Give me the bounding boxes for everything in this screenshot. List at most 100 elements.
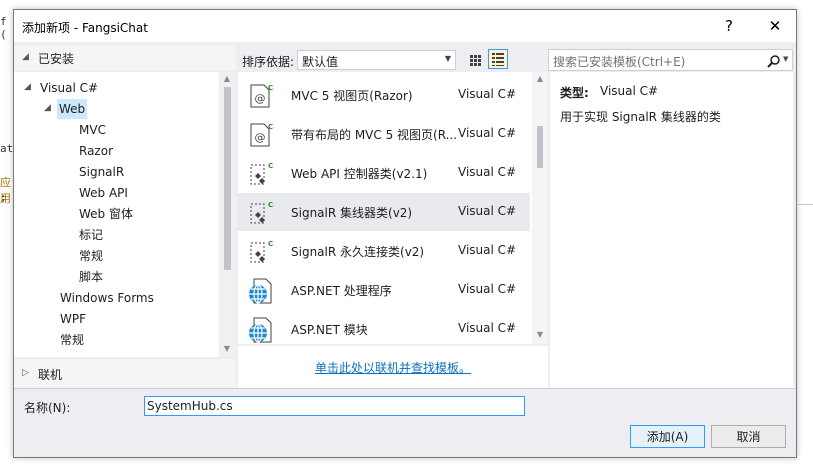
globe-icon xyxy=(249,317,272,343)
details-panel: 类型: Visual C# 用于实现 SignalR 集线器的类 xyxy=(550,72,793,388)
scroll-up-icon[interactable]: ▲ xyxy=(221,74,233,83)
background-divider xyxy=(798,204,813,205)
tree-item-wpf[interactable]: WPF xyxy=(60,309,86,329)
tree-item-mvc[interactable]: MVC xyxy=(79,120,106,140)
tree-item-web-api[interactable]: Web API xyxy=(79,183,128,203)
sort-dropdown[interactable]: 默认值 ▼ xyxy=(297,50,456,70)
scroll-down-icon[interactable]: ▼ xyxy=(534,330,546,339)
name-value: SystemHub.cs xyxy=(147,399,233,413)
tree-item-signalr[interactable]: SignalR xyxy=(79,162,124,182)
tree-item-scripts[interactable]: 脚本 xyxy=(79,267,103,287)
svg-text:C#: C# xyxy=(268,84,274,92)
tree-item-general[interactable]: 常规 xyxy=(79,246,103,266)
template-tree: ◢ Visual C# ◢ Web MVC Razor SignalR Web … xyxy=(14,72,236,357)
list-item[interactable]: ASP.NET 模块 Visual C# xyxy=(238,310,530,348)
tree-item-web-forms[interactable]: Web 窗体 xyxy=(79,204,133,224)
list-item[interactable]: ASP.NET 处理程序 Visual C# xyxy=(238,271,530,309)
installed-label: 已安装 xyxy=(38,52,75,66)
list-scroll-thumb[interactable] xyxy=(537,126,543,168)
small-icons-view-button[interactable] xyxy=(488,49,508,69)
csharp-class-icon: C# xyxy=(250,162,274,185)
search-placeholder: 搜索已安装模板(Ctrl+E) xyxy=(553,55,686,69)
chevron-down-icon: ▼ xyxy=(444,54,451,63)
tree-item-markup[interactable]: 标记 xyxy=(79,225,103,245)
add-button-label: 添加(A) xyxy=(646,430,689,444)
search-input[interactable]: 搜索已安装模板(Ctrl+E) ▼ xyxy=(548,49,793,71)
template-language: Visual C# xyxy=(458,87,517,101)
title-bar: 添加新项 - FangsiChat ? ✕ xyxy=(14,10,796,42)
add-new-item-dialog: 添加新项 - FangsiChat ? ✕ ◢ 已安装 ◢ Visual C# … xyxy=(13,9,797,458)
svg-text:C#: C# xyxy=(268,162,274,170)
template-name: ASP.NET 模块 xyxy=(291,323,368,337)
dialog-title: 添加新项 - FangsiChat xyxy=(22,21,148,35)
svg-text:C#: C# xyxy=(268,201,274,209)
list-scrollbar[interactable]: ▲ ▼ xyxy=(532,72,548,344)
globe-icon xyxy=(249,278,272,304)
svg-text:C#: C# xyxy=(268,240,274,248)
mvc-view-icon: @ C# xyxy=(250,84,274,108)
svg-text:@: @ xyxy=(255,131,266,144)
list-item[interactable]: @ C# 带有布局的 MVC 5 视图页(R... Visual C# xyxy=(238,115,530,153)
medium-icons-view-button[interactable] xyxy=(465,50,485,70)
svg-text:@: @ xyxy=(255,92,266,105)
online-link-area: 单击此处以联机并查找模板。 xyxy=(238,346,548,388)
scroll-down-icon[interactable]: ▼ xyxy=(221,344,233,353)
type-value: Visual C# xyxy=(600,84,659,98)
tree-scrollbar[interactable]: ▲ ▼ xyxy=(219,72,236,357)
template-name: Web API 控制器类(v2.1) xyxy=(291,167,428,181)
tree-item-visual-csharp[interactable]: Visual C# xyxy=(40,78,98,98)
template-language: Visual C# xyxy=(458,243,517,257)
online-section[interactable]: ▷ 联机 xyxy=(14,359,236,387)
template-language: Visual C# xyxy=(458,165,517,179)
template-language: Visual C# xyxy=(458,282,517,296)
online-label: 联机 xyxy=(38,368,63,382)
list-item[interactable]: C# Web API 控制器类(v2.1) Visual C# xyxy=(238,154,530,192)
list-item[interactable]: @ C# MVC 5 视图页(Razor) Visual C# xyxy=(238,76,530,114)
type-label: 类型: xyxy=(560,86,589,100)
help-button[interactable]: ? xyxy=(714,14,744,38)
template-name: 带有布局的 MVC 5 视图页(R... xyxy=(291,128,458,142)
cancel-button[interactable]: 取消 xyxy=(711,425,786,448)
name-field[interactable]: SystemHub.cs xyxy=(144,396,525,416)
collapsed-triangle-icon: ▷ xyxy=(22,368,29,378)
sort-label: 排序依据: xyxy=(242,55,295,69)
template-language: Visual C# xyxy=(458,321,517,335)
list-item-selected[interactable]: C# SignalR 集线器类(v2) Visual C# xyxy=(238,193,530,231)
template-name: MVC 5 视图页(Razor) xyxy=(291,89,413,103)
scroll-up-icon[interactable]: ▲ xyxy=(534,74,546,83)
code-line: at xyxy=(0,142,14,155)
add-button[interactable]: 添加(A) xyxy=(630,425,705,448)
grid-view-icon xyxy=(470,55,481,66)
name-label: 名称(N): xyxy=(24,401,71,415)
template-language: Visual C# xyxy=(458,126,517,140)
sort-value: 默认值 xyxy=(302,55,339,69)
template-name: ASP.NET 处理程序 xyxy=(291,284,392,298)
template-description: 用于实现 SignalR 集线器的类 xyxy=(560,110,721,124)
list-view-icon xyxy=(492,53,504,66)
code-line: f ( xyxy=(0,15,7,41)
tree-item-razor[interactable]: Razor xyxy=(79,141,113,161)
tree-scroll-thumb[interactable] xyxy=(224,87,231,270)
find-online-templates-link[interactable]: 单击此处以联机并查找模板。 xyxy=(315,359,471,376)
template-name: SignalR 永久连接类(v2) xyxy=(291,245,425,259)
installed-header[interactable]: ◢ 已安装 xyxy=(14,46,236,70)
code-line: ; xyxy=(0,191,7,204)
svg-text:C#: C# xyxy=(268,123,274,131)
expand-triangle-icon: ◢ xyxy=(24,82,31,92)
template-language: Visual C# xyxy=(458,204,517,218)
expand-triangle-icon: ◢ xyxy=(44,103,51,113)
template-name: SignalR 集线器类(v2) xyxy=(291,206,413,220)
csharp-class-icon: C# xyxy=(250,201,274,224)
background-code-editor: f ( at 应用 ; xyxy=(0,0,14,468)
close-button[interactable]: ✕ xyxy=(760,14,790,38)
mvc-layout-view-icon: @ C# xyxy=(250,123,274,147)
list-item[interactable]: C# SignalR 永久连接类(v2) Visual C# xyxy=(238,232,530,270)
cancel-button-label: 取消 xyxy=(736,430,761,444)
tree-item-windows-forms[interactable]: Windows Forms xyxy=(60,288,154,308)
search-icon[interactable] xyxy=(767,54,781,68)
tree-item-general-2[interactable]: 常规 xyxy=(60,330,84,350)
tree-item-web[interactable]: Web xyxy=(57,99,88,119)
collapse-triangle-icon: ◢ xyxy=(22,52,29,62)
bottom-divider xyxy=(14,388,796,389)
search-options-chevron-icon[interactable]: ▼ xyxy=(783,55,788,63)
